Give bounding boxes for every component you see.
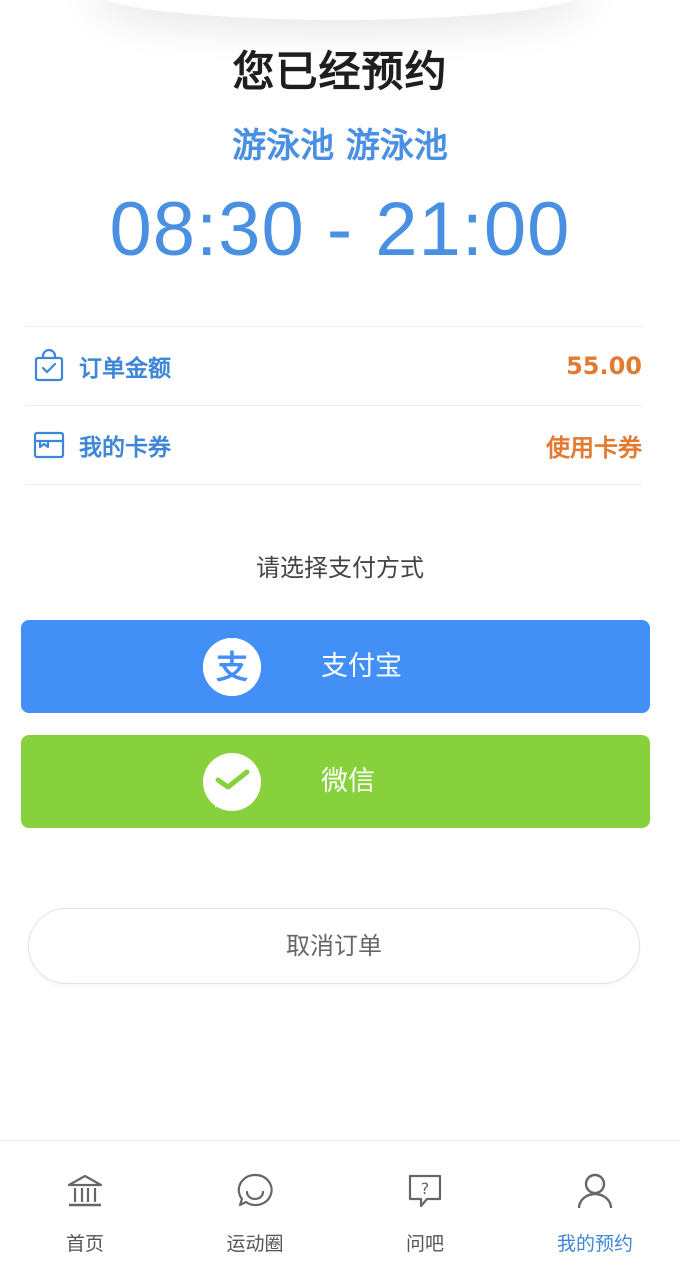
- shopping-bag-icon: [31, 348, 67, 384]
- wechat-icon: [203, 753, 261, 811]
- tab-my-bookings-label: 我的预约: [556, 1233, 633, 1255]
- coupon-label: 我的卡券: [79, 435, 171, 461]
- tab-my-bookings[interactable]: 我的预约: [510, 1141, 680, 1281]
- page-title: 您已经预约: [232, 47, 448, 96]
- coupon-icon: [31, 427, 67, 463]
- tab-questions-label: 问吧: [405, 1233, 444, 1255]
- question-icon: ?: [403, 1169, 447, 1213]
- order-amount-label: 订单金额: [79, 356, 171, 382]
- time-range: 08:30 - 21:00: [109, 187, 571, 272]
- bottom-tab-bar: 首页 运动圈 ? 问吧 我的预约: [0, 1140, 680, 1281]
- venue-name: 游泳池 游泳池: [232, 126, 448, 166]
- tab-sports-circle[interactable]: 运动圈: [170, 1141, 340, 1281]
- svg-text:?: ?: [421, 1179, 430, 1198]
- payment-prompt: 请选择支付方式: [256, 554, 424, 582]
- alipay-icon: 支: [203, 638, 261, 696]
- wechat-label: 微信: [321, 766, 375, 797]
- coupon-row[interactable]: 我的卡券 使用卡券: [26, 406, 642, 485]
- alipay-label: 支付宝: [321, 651, 402, 682]
- order-info-list: 订单金额 55.00 我的卡券 使用卡券: [26, 326, 642, 485]
- tab-home-label: 首页: [65, 1233, 104, 1255]
- bank-icon: [63, 1169, 107, 1213]
- chat-bubble-icon: [233, 1169, 277, 1213]
- tab-questions[interactable]: ? 问吧: [340, 1141, 510, 1281]
- order-amount-value: 55.00: [566, 352, 642, 380]
- svg-text:支: 支: [216, 648, 248, 686]
- user-icon: [573, 1169, 617, 1213]
- tab-sports-circle-label: 运动圈: [226, 1233, 284, 1255]
- top-shadow: [90, 0, 590, 20]
- tab-home[interactable]: 首页: [0, 1141, 170, 1281]
- cancel-order-button[interactable]: 取消订单: [28, 908, 640, 984]
- order-amount-row: 订单金额 55.00: [26, 327, 642, 406]
- alipay-button[interactable]: 支 支付宝: [21, 620, 650, 713]
- use-coupon-link[interactable]: 使用卡券: [546, 428, 642, 463]
- wechat-pay-button[interactable]: 微信: [21, 735, 650, 828]
